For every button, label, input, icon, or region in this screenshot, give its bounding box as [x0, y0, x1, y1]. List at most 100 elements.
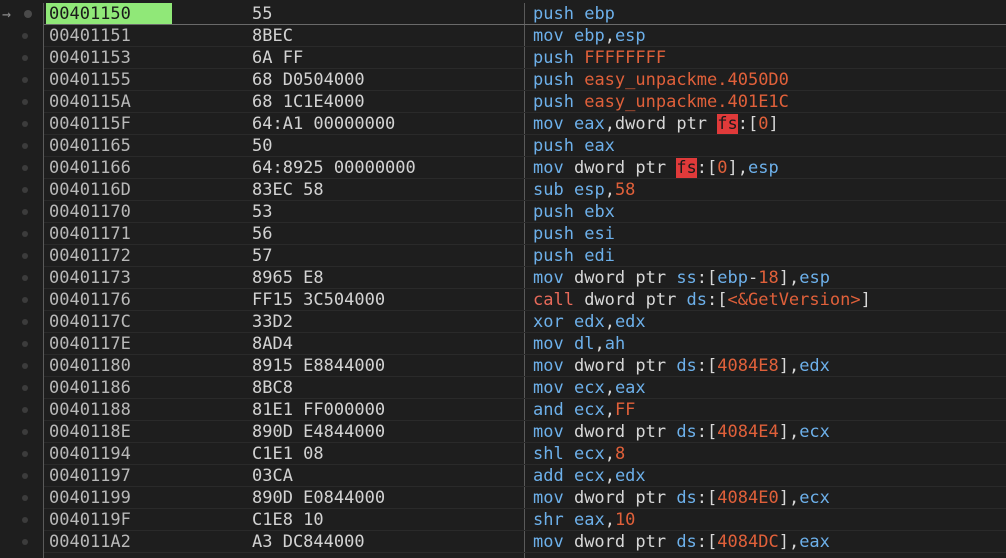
breakpoint-dot-icon[interactable]: [22, 209, 28, 215]
address-cell[interactable]: 00401172: [46, 245, 172, 267]
address-cell[interactable]: 0040116D: [46, 179, 172, 201]
address-cell[interactable]: 0040119F: [46, 509, 172, 531]
breakpoint-gutter[interactable]: [0, 201, 44, 223]
disasm-row[interactable]: 0040117E 8AD4 mov dl,ah: [0, 333, 1006, 355]
disassembly-view[interactable]: → 00401150 55 push ebp 00401151 8BEC mov ebp,e…: [0, 3, 1006, 558]
address-cell[interactable]: 00401197: [46, 465, 172, 487]
breakpoint-dot-icon[interactable]: [22, 187, 28, 193]
address-cell[interactable]: 00401151: [46, 25, 172, 47]
disasm-row[interactable]: 00401151 8BEC mov ebp,esp: [0, 25, 1006, 47]
address-cell[interactable]: 0040117E: [46, 333, 172, 355]
breakpoint-dot-icon[interactable]: [22, 77, 28, 83]
disasm-row[interactable]: 00401188 81E1 FF000000 and ecx,FF: [0, 399, 1006, 421]
breakpoint-gutter[interactable]: [0, 47, 44, 69]
breakpoint-gutter[interactable]: [0, 443, 44, 465]
disasm-row[interactable]: 00401166 64:8925 00000000 mov dword ptr fs…: [0, 157, 1006, 179]
disasm-row[interactable]: 00401194 C1E1 08 shl ecx,8: [0, 443, 1006, 465]
breakpoint-gutter[interactable]: [0, 289, 44, 311]
disasm-row[interactable]: 00401197 03CA add ecx,edx: [0, 465, 1006, 487]
disasm-row[interactable]: 00401186 8BC8 mov ecx,eax: [0, 377, 1006, 399]
breakpoint-dot-icon[interactable]: [22, 495, 28, 501]
breakpoint-dot-icon[interactable]: [22, 429, 28, 435]
breakpoint-gutter[interactable]: [0, 465, 44, 487]
disasm-row[interactable]: 0040119F C1E8 10 shr eax,10: [0, 509, 1006, 531]
breakpoint-dot-icon[interactable]: [22, 363, 28, 369]
breakpoint-gutter[interactable]: [0, 333, 44, 355]
breakpoint-dot-icon[interactable]: [22, 121, 28, 127]
address-cell[interactable]: 00401186: [46, 377, 172, 399]
breakpoint-dot-icon[interactable]: [22, 253, 28, 259]
breakpoint-gutter[interactable]: [0, 135, 44, 157]
breakpoint-gutter[interactable]: [0, 509, 44, 531]
disasm-row[interactable]: 00401173 8965 E8 mov dword ptr ss:[ebp-18]…: [0, 267, 1006, 289]
breakpoint-dot-icon[interactable]: [22, 319, 28, 325]
breakpoint-gutter[interactable]: [0, 267, 44, 289]
breakpoint-gutter[interactable]: →: [0, 3, 44, 25]
disasm-row[interactable]: 00401172 57 push edi: [0, 245, 1006, 267]
disasm-row[interactable]: 00401176 FF15 3C504000 call dword ptr ds:[…: [0, 289, 1006, 311]
breakpoint-gutter[interactable]: [0, 157, 44, 179]
breakpoint-dot-icon[interactable]: [22, 55, 28, 61]
disasm-row[interactable]: 00401165 50 push eax: [0, 135, 1006, 157]
address-cell[interactable]: 00401180: [46, 355, 172, 377]
breakpoint-dot-icon[interactable]: [22, 385, 28, 391]
address-cell[interactable]: 00401173: [46, 267, 172, 289]
breakpoint-gutter[interactable]: [0, 311, 44, 333]
disasm-row[interactable]: 0040116D 83EC 58 sub esp,58: [0, 179, 1006, 201]
disasm-row[interactable]: 004011A2 A3 DC844000 mov dword ptr ds:[408…: [0, 531, 1006, 553]
disasm-row[interactable]: 00401199 890D E0844000 mov dword ptr ds:[4…: [0, 487, 1006, 509]
address-cell[interactable]: 00401176: [46, 289, 172, 311]
breakpoint-gutter[interactable]: [0, 355, 44, 377]
breakpoint-gutter[interactable]: [0, 223, 44, 245]
breakpoint-gutter[interactable]: [0, 399, 44, 421]
breakpoint-dot-icon[interactable]: [22, 407, 28, 413]
address-cell[interactable]: 0040118E: [46, 421, 172, 443]
breakpoint-dot-icon[interactable]: [22, 539, 28, 545]
disasm-row[interactable]: 00401153 6A FF push FFFFFFFF: [0, 47, 1006, 69]
disasm-row[interactable]: → 00401150 55 push ebp: [0, 3, 1006, 25]
breakpoint-gutter[interactable]: [0, 69, 44, 91]
address-cell[interactable]: 00401153: [46, 47, 172, 69]
address-cell[interactable]: 00401194: [46, 443, 172, 465]
disasm-row[interactable]: 00401171 56 push esi: [0, 223, 1006, 245]
breakpoint-dot-icon[interactable]: [22, 473, 28, 479]
breakpoint-gutter[interactable]: [0, 531, 44, 553]
breakpoint-dot-icon[interactable]: [22, 231, 28, 237]
breakpoint-dot-icon[interactable]: [22, 143, 28, 149]
address-cell[interactable]: 00401165: [46, 135, 172, 157]
breakpoint-dot-icon[interactable]: [22, 451, 28, 457]
breakpoint-dot-icon[interactable]: [22, 33, 28, 39]
breakpoint-gutter[interactable]: [0, 91, 44, 113]
address-cell[interactable]: 00401150: [46, 3, 172, 25]
breakpoint-dot-icon[interactable]: [22, 297, 28, 303]
disasm-row[interactable]: 00401170 53 push ebx: [0, 201, 1006, 223]
disasm-row[interactable]: 00401155 68 D0504000 push easy_unpackme.40…: [0, 69, 1006, 91]
breakpoint-gutter[interactable]: [0, 421, 44, 443]
disasm-row[interactable]: 0040115A 68 1C1E4000 push easy_unpackme.40…: [0, 91, 1006, 113]
breakpoint-dot-icon[interactable]: [22, 341, 28, 347]
breakpoint-gutter[interactable]: [0, 377, 44, 399]
breakpoint-dot-icon[interactable]: [22, 275, 28, 281]
breakpoint-dot-icon[interactable]: [22, 165, 28, 171]
address-cell[interactable]: 0040117C: [46, 311, 172, 333]
disasm-row[interactable]: 0040118E 890D E4844000 mov dword ptr ds:[4…: [0, 421, 1006, 443]
address-cell[interactable]: 0040115A: [46, 91, 172, 113]
breakpoint-gutter[interactable]: [0, 25, 44, 47]
disasm-row[interactable]: 0040115F 64:A1 00000000 mov eax,dword ptr …: [0, 113, 1006, 135]
address-cell[interactable]: 0040115F: [46, 113, 172, 135]
disasm-row[interactable]: 0040117C 33D2 xor edx,edx: [0, 311, 1006, 333]
address-cell[interactable]: 00401188: [46, 399, 172, 421]
address-cell[interactable]: 004011A2: [46, 531, 172, 553]
breakpoint-gutter[interactable]: [0, 179, 44, 201]
disasm-row[interactable]: 00401180 8915 E8844000 mov dword ptr ds:[4…: [0, 355, 1006, 377]
breakpoint-dot-icon[interactable]: [22, 517, 28, 523]
breakpoint-gutter[interactable]: [0, 245, 44, 267]
breakpoint-gutter[interactable]: [0, 487, 44, 509]
address-cell[interactable]: 00401155: [46, 69, 172, 91]
breakpoint-gutter[interactable]: [0, 113, 44, 135]
address-cell[interactable]: 00401170: [46, 201, 172, 223]
address-cell[interactable]: 00401166: [46, 157, 172, 179]
breakpoint-dot-icon[interactable]: [24, 10, 32, 18]
breakpoint-dot-icon[interactable]: [22, 99, 28, 105]
address-cell[interactable]: 00401199: [46, 487, 172, 509]
